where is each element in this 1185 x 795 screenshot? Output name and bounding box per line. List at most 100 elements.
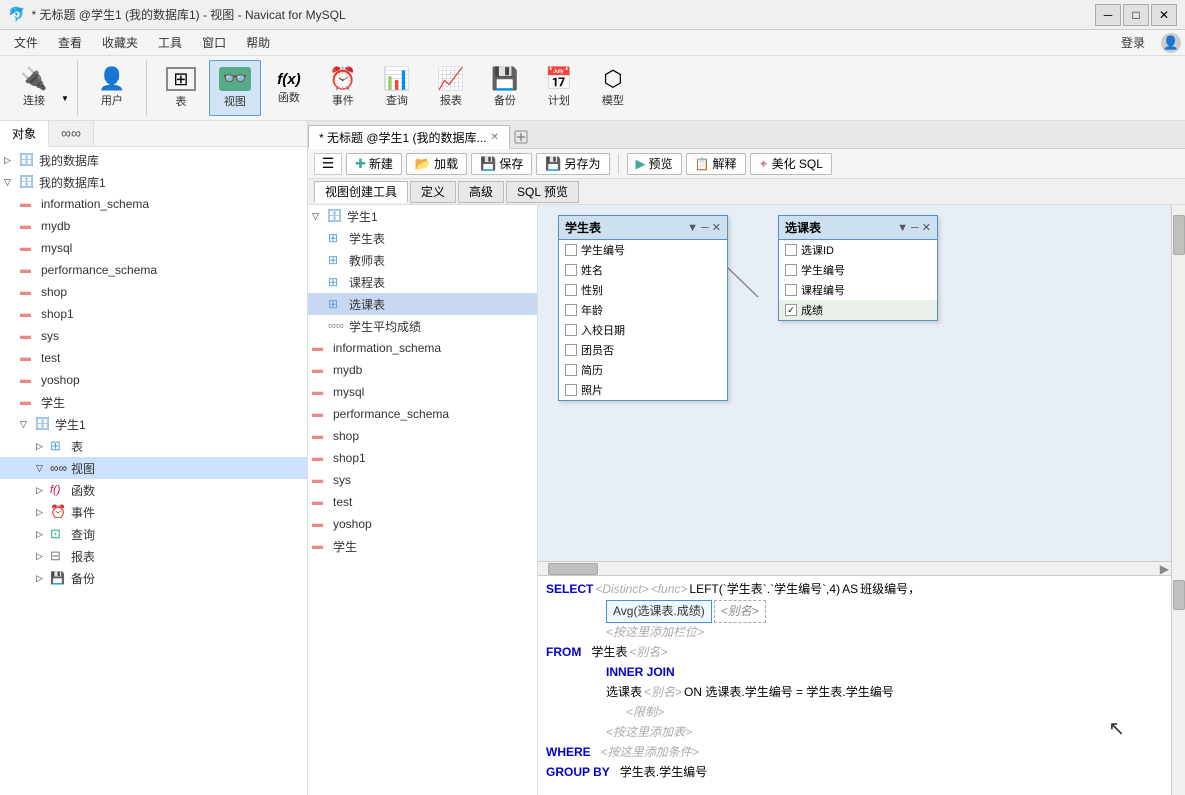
table-tool[interactable]: ⊞ 表 [155, 60, 207, 116]
login-button[interactable]: 登录 [1113, 32, 1153, 53]
checkbox-cj[interactable]: ✓ [785, 304, 797, 316]
field-xuesheng-nl[interactable]: 年龄 [559, 300, 727, 320]
menu-favorites[interactable]: 收藏夹 [92, 32, 148, 53]
sidebar-item-sys[interactable]: ▬ sys [0, 325, 307, 347]
sidebar-item-student1-backup[interactable]: ▷ 💾 备份 [0, 567, 307, 589]
maximize-button[interactable]: □ [1123, 4, 1149, 26]
beautify-button[interactable]: ✦ 美化 SQL [750, 153, 832, 175]
where-condition-placeholder[interactable]: <按这里添加条件> [601, 743, 699, 762]
backup-tool[interactable]: 💾 备份 [479, 60, 531, 116]
save-button[interactable]: 💾 保存 [471, 153, 532, 175]
sidebar-item-student1-report[interactable]: ▷ ⊟ 报表 [0, 545, 307, 567]
query-tool[interactable]: 📊 查询 [371, 60, 423, 116]
xuanke-minimize-icon[interactable]: ─ [911, 222, 919, 234]
limit-placeholder[interactable]: <限制> [626, 703, 664, 722]
field-xuesheng-rxyf[interactable]: 入校日期 [559, 320, 727, 340]
menu-help[interactable]: 帮助 [236, 32, 280, 53]
tab-sql-preview[interactable]: SQL 预览 [506, 181, 579, 203]
sidebar-item-yoshop[interactable]: ▬ yoshop [0, 369, 307, 391]
connect-arrow-icon[interactable]: ▼ [61, 94, 69, 103]
xuesheng-dropdown-icon[interactable]: ▼ [687, 222, 698, 234]
sidebar-tab-objects[interactable]: 对象 [0, 121, 49, 147]
menu-window[interactable]: 窗口 [192, 32, 236, 53]
connect-tool[interactable]: 🔌 连接 [8, 60, 60, 116]
obj-student-leaf[interactable]: ▬ 学生 [308, 535, 537, 557]
checkbox-xkid[interactable] [785, 244, 797, 256]
sidebar-item-mysql[interactable]: ▬ mysql [0, 237, 307, 259]
sidebar-item-student1-view[interactable]: ▽ ∞∞ 视图 [0, 457, 307, 479]
obj-mydb[interactable]: ▬ mydb [308, 359, 537, 381]
canvas-scrollbar-bottom[interactable]: ▶ [538, 561, 1171, 575]
schedule-tool[interactable]: 📅 计划 [533, 60, 585, 116]
field-xuesheng-xsbh[interactable]: 学生编号 [559, 240, 727, 260]
sidebar-item-mydb1[interactable]: ▽ 🗄 我的数据库1 [0, 171, 307, 193]
xuesheng-table-header[interactable]: 学生表 ▼ ─ ✕ [559, 216, 727, 240]
obj-yoshop[interactable]: ▬ yoshop [308, 513, 537, 535]
new-button[interactable]: ✚ 新建 [346, 153, 402, 175]
view-tool[interactable]: 👓 视图 [209, 60, 261, 116]
tab-view-creator[interactable]: 视图创建工具 [314, 181, 408, 203]
obj-perf[interactable]: ▬ performance_schema [308, 403, 537, 425]
sidebar-item-mydb[interactable]: ▷ 🗄 我的数据库 [0, 149, 307, 171]
sidebar-item-shop[interactable]: ▬ shop [0, 281, 307, 303]
sidebar-item-test[interactable]: ▬ test [0, 347, 307, 369]
obj-avg-view[interactable]: ∞∞ 学生平均成绩 [308, 315, 537, 337]
scroll-right-arrow[interactable]: ▶ [1160, 562, 1169, 576]
obj-kechengbiao[interactable]: ⊞ 课程表 [308, 271, 537, 293]
hamburger-menu-button[interactable]: ☰ [314, 153, 342, 175]
xuesheng-minimize-icon[interactable]: ─ [701, 222, 709, 234]
obj-test[interactable]: ▬ test [308, 491, 537, 513]
obj-mysql[interactable]: ▬ mysql [308, 381, 537, 403]
sidebar-item-info-schema[interactable]: ▬ information_schema [0, 193, 307, 215]
add-field-placeholder[interactable]: <按这里添加栏位> [606, 623, 704, 642]
xuanke-table-box[interactable]: 选课表 ▼ ─ ✕ 选课ID [778, 215, 938, 321]
field-xuesheng-tyf[interactable]: 团员否 [559, 340, 727, 360]
tab-definition[interactable]: 定义 [410, 181, 456, 203]
obj-xuankebiao[interactable]: ⊞ 选课表 [308, 293, 537, 315]
func-tool[interactable]: f(x) 函数 [263, 60, 315, 116]
avg-func-box[interactable]: Avg(选课表.成绩) [606, 600, 712, 623]
user-tool[interactable]: 👤 用户 [86, 60, 138, 116]
avg-alias-placeholder[interactable]: <别名> [714, 600, 766, 623]
xuanke-close-icon[interactable]: ✕ [922, 221, 931, 234]
checkbox-xm[interactable] [565, 264, 577, 276]
load-button[interactable]: 📂 加载 [406, 153, 467, 175]
checkbox-jl[interactable] [565, 364, 577, 376]
canvas-scrollbar-right[interactable] [1171, 205, 1185, 575]
join-alias-placeholder[interactable]: <别名> [644, 683, 682, 702]
field-xuanke-kcbh[interactable]: 课程编号 [779, 280, 937, 300]
menu-view[interactable]: 查看 [48, 32, 92, 53]
sidebar-item-student1[interactable]: ▽ 🗄 学生1 [0, 413, 307, 435]
sidebar-item-student1-table[interactable]: ▷ ⊞ 表 [0, 435, 307, 457]
sql-scrollbar[interactable] [1171, 575, 1185, 795]
func-placeholder[interactable]: <func> [651, 580, 688, 599]
sidebar-item-shop1[interactable]: ▬ shop1 [0, 303, 307, 325]
explain-button[interactable]: 📋 解释 [686, 153, 746, 175]
checkbox-xsbh[interactable] [565, 244, 577, 256]
from-alias-placeholder[interactable]: <别名> [629, 643, 667, 662]
checkbox-nl[interactable] [565, 304, 577, 316]
close-button[interactable]: ✕ [1151, 4, 1177, 26]
field-xuesheng-zp[interactable]: 照片 [559, 380, 727, 400]
sidebar-item-student1-query[interactable]: ▷ ⊡ 查询 [0, 523, 307, 545]
sidebar-item-student1-func[interactable]: ▷ f() 函数 [0, 479, 307, 501]
designer-canvas[interactable]: 学生表 ▼ ─ ✕ 学生编号 [538, 205, 1185, 575]
menu-tools[interactable]: 工具 [148, 32, 192, 53]
add-table-placeholder[interactable]: <按这里添加表> [606, 723, 692, 742]
preview-button[interactable]: ▶ 预览 [627, 153, 682, 175]
obj-jiaoshibiao[interactable]: ⊞ 教师表 [308, 249, 537, 271]
tab-close-icon[interactable]: ✕ [491, 132, 499, 143]
canvas-scroll-thumb-h[interactable] [548, 563, 598, 575]
checkbox-xb[interactable] [565, 284, 577, 296]
checkbox-tyf[interactable] [565, 344, 577, 356]
distinct-placeholder[interactable]: <Distinct> [595, 580, 648, 599]
menu-file[interactable]: 文件 [4, 32, 48, 53]
field-xuesheng-xb[interactable]: 性别 [559, 280, 727, 300]
xuanke-table-header[interactable]: 选课表 ▼ ─ ✕ [779, 216, 937, 240]
field-xuesheng-xm[interactable]: 姓名 [559, 260, 727, 280]
sidebar-item-student[interactable]: ▬ 学生 [0, 391, 307, 413]
obj-sys[interactable]: ▬ sys [308, 469, 537, 491]
field-xuanke-xkid[interactable]: 选课ID [779, 240, 937, 260]
checkbox-zp[interactable] [565, 384, 577, 396]
obj-shop[interactable]: ▬ shop [308, 425, 537, 447]
